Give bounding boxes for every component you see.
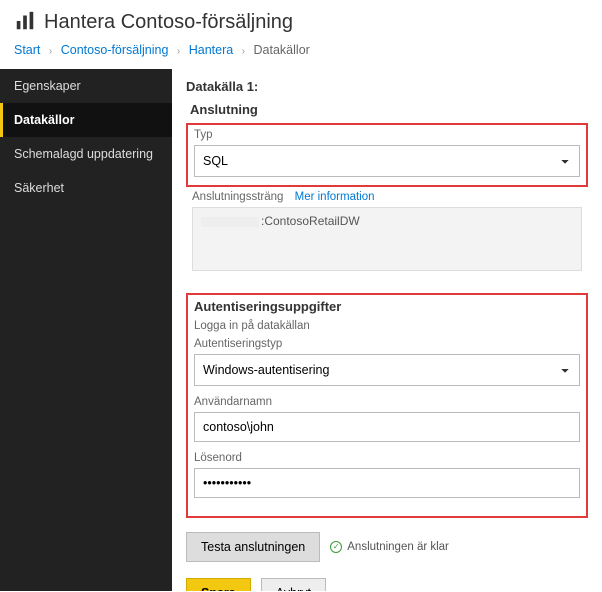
sidebar-item-properties[interactable]: Egenskaper [0,69,172,103]
password-input[interactable] [194,468,580,498]
type-select[interactable]: SQL [194,145,580,177]
sidebar-item-datasources[interactable]: Datakällor [0,103,172,137]
password-label: Lösenord [194,452,580,464]
breadcrumb: Start › Contoso-försäljning › Hantera › … [14,43,588,57]
sidebar-item-scheduled-refresh[interactable]: Schemalagd uppdatering [0,137,172,171]
sidebar: Egenskaper Datakällor Schemalagd uppdate… [0,69,172,591]
chevron-right-icon: › [177,46,180,57]
connection-heading: Anslutning [186,102,588,117]
breadcrumb-current: Datakällor [254,43,310,57]
username-label: Användarnamn [194,396,580,408]
check-circle-icon: ✓ [330,541,342,553]
username-input[interactable] [194,412,580,442]
main-content: Datakälla 1: Anslutning Typ SQL Anslutni… [172,69,602,591]
type-label: Typ [194,129,580,141]
connectionstring-textarea[interactable]: :ContosoRetailDW [192,207,582,271]
page-title: Hantera Contoso-försäljning [44,11,293,34]
breadcrumb-link[interactable]: Start [14,43,40,57]
cancel-button[interactable]: Avbryt [261,578,326,591]
authtype-label: Autentiseringstyp [194,338,580,350]
datasource-heading: Datakälla 1: [186,79,588,94]
breadcrumb-link[interactable]: Hantera [189,43,233,57]
chevron-right-icon: › [49,46,52,57]
chevron-right-icon: › [242,46,245,57]
breadcrumb-link[interactable]: Contoso-försäljning [61,43,169,57]
app-logo-icon [14,10,36,35]
test-connection-button[interactable]: Testa anslutningen [186,532,320,562]
more-info-link[interactable]: Mer information [295,191,375,203]
credentials-hint: Logga in på datakällan [194,320,580,332]
sidebar-item-security[interactable]: Säkerhet [0,171,172,205]
save-button[interactable]: Spara [186,578,251,591]
test-status-text: Anslutningen är klar [347,541,449,553]
credentials-heading: Autentiseringsuppgifter [194,299,580,314]
authtype-select[interactable]: Windows-autentisering [194,354,580,386]
connectionstring-label: Anslutningssträng [192,191,283,203]
connection-type-group: Typ SQL [186,123,588,187]
